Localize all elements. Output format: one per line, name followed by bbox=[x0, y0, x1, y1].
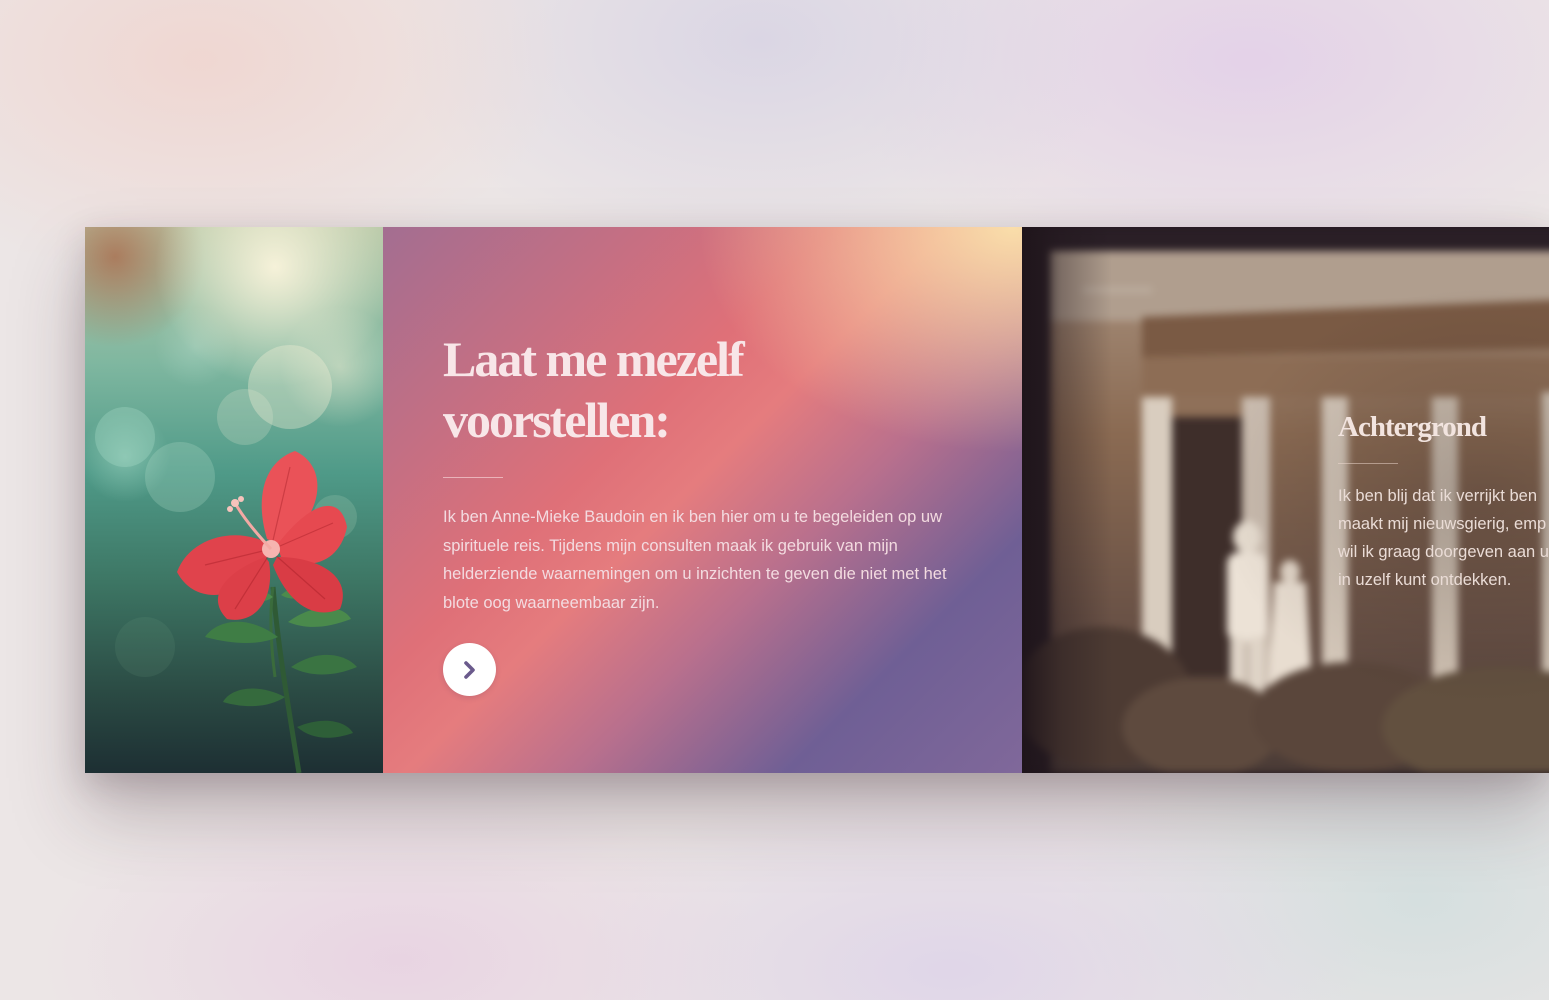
background-divider bbox=[1338, 463, 1398, 464]
chevron-right-icon bbox=[463, 660, 475, 679]
title-divider bbox=[443, 477, 503, 478]
background-text: Ik ben blij dat ik verrijkt ben maakt mi… bbox=[1338, 482, 1549, 594]
introduction-title-line-2: voorstellen: bbox=[443, 392, 671, 448]
background-text-line: in uzelf kunt ontdekken. bbox=[1338, 571, 1512, 589]
introduction-content: Laat me mezelf voorstellen: Ik ben Anne-… bbox=[443, 329, 973, 696]
introduction-text: Ik ben Anne-Mieke Baudoin en ik ben hier… bbox=[443, 508, 947, 612]
introduction-panel: Laat me mezelf voorstellen: Ik ben Anne-… bbox=[383, 227, 1022, 773]
slide-background: Achtergrond Ik ben blij dat ik verrijkt … bbox=[1022, 227, 1549, 773]
introduction-title-line-1: Laat me mezelf bbox=[443, 331, 745, 387]
background-content: Achtergrond Ik ben blij dat ik verrijkt … bbox=[1338, 407, 1549, 594]
next-slide-button[interactable] bbox=[443, 643, 496, 696]
background-text-line: Ik ben blij dat ik verrijkt ben bbox=[1338, 487, 1538, 505]
introduction-title: Laat me mezelf voorstellen: bbox=[443, 329, 973, 451]
slide-introduction: Laat me mezelf voorstellen: Ik ben Anne-… bbox=[85, 227, 1022, 773]
background-text-line: maakt mij nieuwsgierig, emp bbox=[1338, 515, 1547, 533]
intro-slider[interactable]: Laat me mezelf voorstellen: Ik ben Anne-… bbox=[85, 227, 1549, 773]
background-text-line: wil ik graag doorgeven aan u bbox=[1338, 543, 1549, 561]
background-title: Achtergrond bbox=[1338, 411, 1487, 443]
hibiscus-flower-image bbox=[85, 227, 383, 773]
